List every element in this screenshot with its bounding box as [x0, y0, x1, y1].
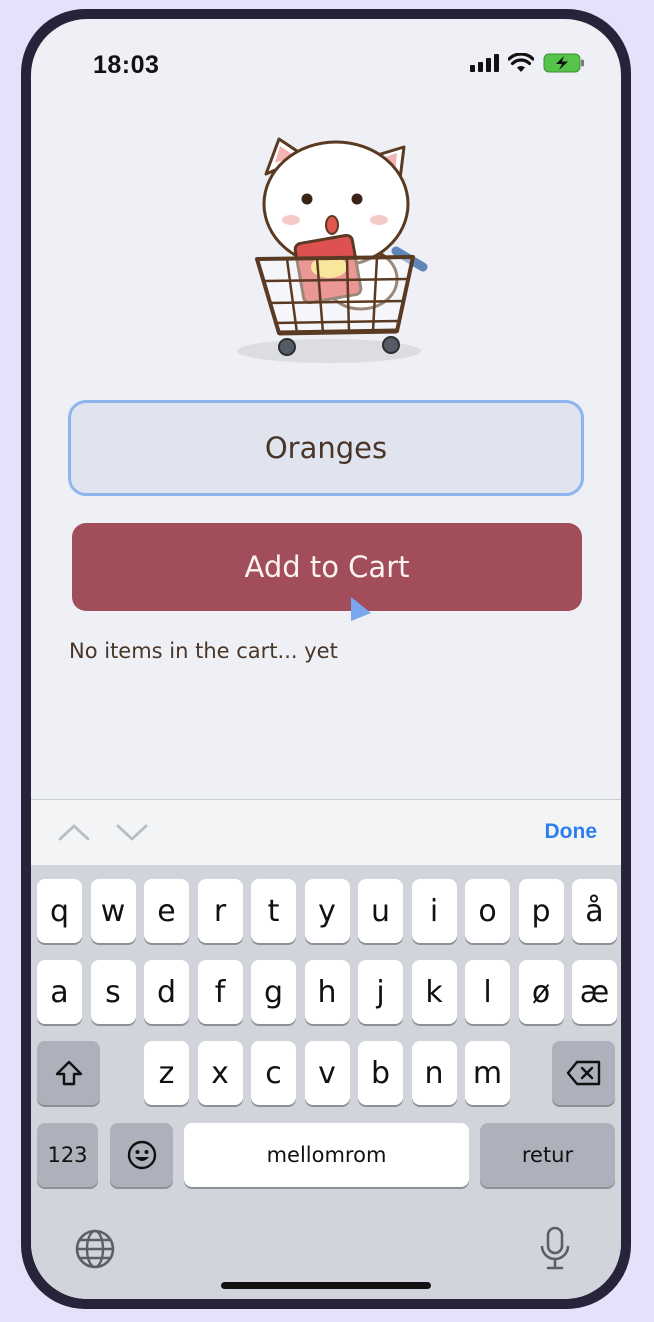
pointer-cursor-icon	[351, 597, 371, 621]
key-v[interactable]: v	[304, 1041, 350, 1105]
keyboard-toolbar: Done	[31, 799, 621, 865]
key-l[interactable]: l	[465, 960, 510, 1024]
shift-key[interactable]	[37, 1041, 100, 1105]
key-p[interactable]: p	[518, 879, 564, 943]
chevron-up-icon[interactable]	[57, 820, 91, 844]
key-m[interactable]: m	[465, 1041, 510, 1105]
key-j[interactable]: j	[358, 960, 403, 1024]
key-k[interactable]: k	[411, 960, 457, 1024]
shift-icon	[55, 1060, 82, 1086]
key-z[interactable]: z	[144, 1041, 189, 1105]
key-g[interactable]: g	[251, 960, 296, 1024]
delete-key[interactable]	[552, 1041, 615, 1105]
key-c[interactable]: c	[251, 1041, 296, 1105]
key-ø[interactable]: ø	[518, 960, 564, 1024]
emoji-key[interactable]	[110, 1123, 173, 1187]
space-key[interactable]: mellomrom	[184, 1123, 469, 1187]
status-icons	[470, 53, 585, 73]
signal-icon	[470, 54, 499, 72]
key-s[interactable]: s	[90, 960, 136, 1024]
return-key[interactable]: retur	[480, 1123, 615, 1187]
key-h[interactable]: h	[304, 960, 350, 1024]
key-r[interactable]: r	[197, 879, 243, 943]
key-f[interactable]: f	[197, 960, 243, 1024]
phone-frame: 18:03 Oranges Add to Cart No items in th…	[21, 9, 631, 1309]
key-q[interactable]: q	[37, 879, 82, 943]
key-w[interactable]: w	[90, 879, 136, 943]
key-u[interactable]: u	[358, 879, 403, 943]
keyboard: qwertyuiopå asdfghjkløæ zxcvbnm 123 mell…	[31, 865, 621, 1299]
app-screen: 18:03 Oranges Add to Cart No items in th…	[31, 19, 621, 1299]
cat-in-cart-illustration	[237, 137, 428, 363]
microphone-icon[interactable]	[537, 1225, 573, 1271]
key-y[interactable]: y	[304, 879, 350, 943]
done-button[interactable]: Done	[545, 820, 598, 844]
key-æ[interactable]: æ	[572, 960, 617, 1024]
key-o[interactable]: o	[465, 879, 510, 943]
globe-icon[interactable]	[73, 1227, 117, 1271]
emoji-icon	[127, 1140, 156, 1170]
battery-charging-icon	[543, 53, 584, 73]
key-t[interactable]: t	[251, 879, 296, 943]
home-indicator	[221, 1282, 431, 1289]
key-d[interactable]: d	[144, 960, 189, 1024]
numbers-key[interactable]: 123	[37, 1123, 98, 1187]
key-i[interactable]: i	[411, 879, 457, 943]
delete-icon	[566, 1060, 600, 1086]
add-to-cart-button[interactable]: Add to Cart	[72, 523, 582, 611]
chevron-down-icon[interactable]	[115, 820, 149, 844]
wifi-icon	[508, 53, 534, 72]
item-input[interactable]	[68, 400, 584, 496]
key-å[interactable]: å	[572, 879, 617, 943]
key-e[interactable]: e	[144, 879, 189, 943]
cart-empty-message: No items in the cart... yet	[69, 639, 338, 663]
status-time: 18:03	[93, 51, 160, 79]
key-n[interactable]: n	[411, 1041, 457, 1105]
key-b[interactable]: b	[358, 1041, 403, 1105]
key-x[interactable]: x	[197, 1041, 243, 1105]
key-a[interactable]: a	[37, 960, 82, 1024]
